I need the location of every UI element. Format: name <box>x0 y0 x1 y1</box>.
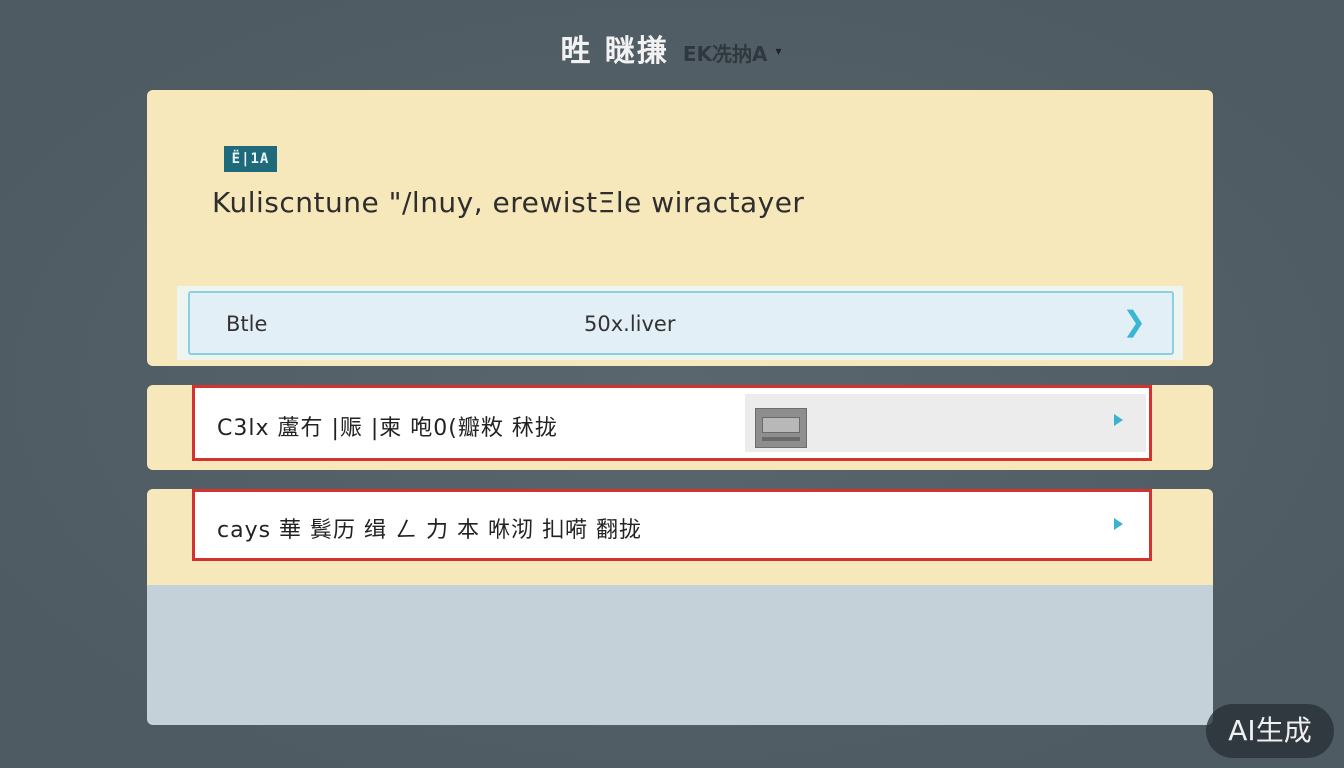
page-subtitle: EK冼抐A <box>682 42 768 66</box>
chevron-right-icon[interactable]: ❯ <box>1123 305 1146 338</box>
selector-container: Btle 50x.liver ❯ <box>177 286 1183 360</box>
list-item[interactable]: C3lx 蘆冇 |赈 |柬 咆0(瓣敉 秫拢 <box>192 385 1152 461</box>
card-headline: Kulisсntune "/lnuy, erewistΞle wiractaye… <box>212 186 805 219</box>
selector-value: 50x.liver <box>584 312 676 336</box>
page: 甠 瞇搛 EK冼抐A ▾ Ë|1A Kulisсntune "/lnuy, erew… <box>0 0 1344 768</box>
main-card: Ë|1A Kulisсntune "/lnuy, erewistΞle wira… <box>147 90 1213 366</box>
list-item-label: C3lx 蘆冇 |赈 |柬 咆0(瓣敉 秫拢 <box>217 416 558 441</box>
brand-logo: Ë|1A <box>224 146 277 172</box>
selector-label: Btle <box>226 312 268 336</box>
oven-thumbnail <box>755 408 807 448</box>
page-title-text: 甠 瞇搛 <box>560 34 669 69</box>
title-dropdown-icon[interactable]: ▾ <box>776 44 784 58</box>
list-item-label: cays 華 鬂历 缉 ㄥ 力 本 咻沏 㧄嗬 翻拢 <box>217 518 642 543</box>
row-card-1: C3lx 蘆冇 |赈 |柬 咆0(瓣敉 秫拢 <box>147 385 1213 470</box>
ai-generated-badge: AI生成 <box>1206 704 1334 758</box>
play-arrow-icon[interactable] <box>1114 414 1123 426</box>
row-card-2: cays 華 鬂历 缉 ㄥ 力 本 咻沏 㧄嗬 翻拢 <box>147 489 1213 725</box>
play-arrow-icon[interactable] <box>1114 518 1123 530</box>
page-title: 甠 瞇搛 EK冼抐A ▾ <box>0 26 1344 70</box>
list-item[interactable]: cays 華 鬂历 缉 ㄥ 力 本 咻沏 㧄嗬 翻拢 <box>192 489 1152 561</box>
selector-row[interactable]: Btle 50x.liver ❯ <box>188 291 1174 355</box>
